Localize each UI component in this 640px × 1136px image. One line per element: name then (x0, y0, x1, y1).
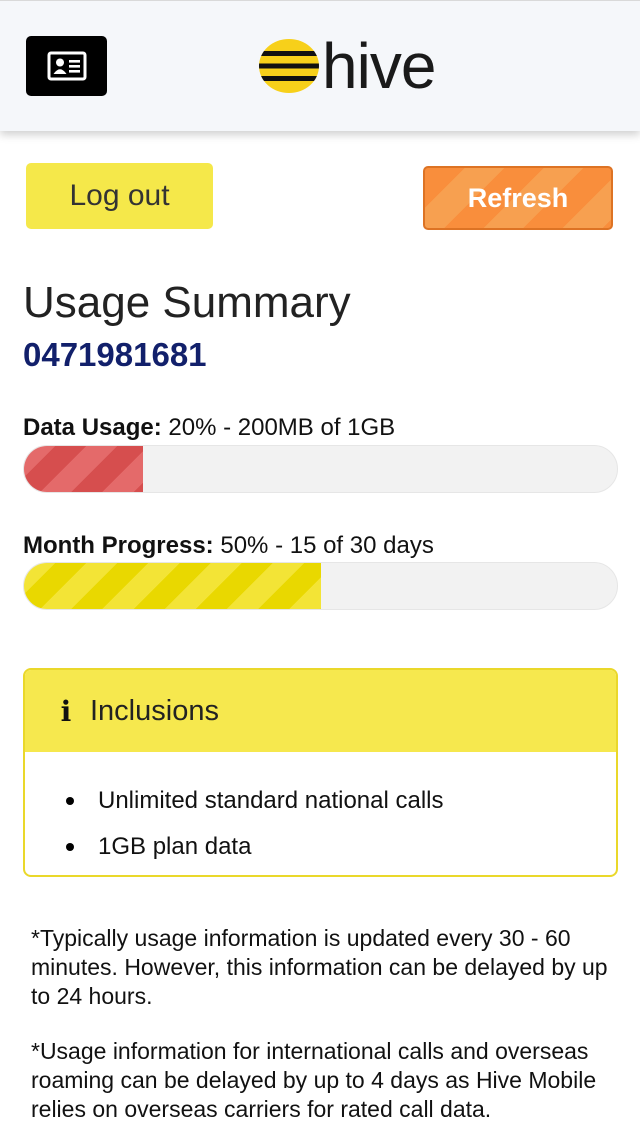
bullet-icon (66, 843, 74, 851)
bullet-icon (66, 797, 74, 805)
id-card-icon (47, 51, 86, 81)
list-item: 1GB plan data (25, 824, 616, 870)
list-item: Unlimited standard national calls (25, 778, 616, 824)
inclusion-text: 1GB plan data (98, 833, 252, 860)
inclusions-list: Unlimited standard national calls 1GB pl… (25, 752, 616, 870)
hive-logo: hive (258, 30, 436, 102)
inclusions-header: i Inclusions (25, 670, 616, 752)
inclusions-title: Inclusions (90, 694, 219, 727)
app-header: hive (0, 0, 640, 131)
month-progress-label: Month Progress: 50% - 15 of 30 days (23, 532, 434, 560)
month-progress-value: 50% - 15 of 30 days (220, 532, 434, 559)
page-title: Usage Summary (23, 278, 351, 327)
phone-number: 0471981681 (23, 336, 207, 373)
roaming-note: *Usage information for international cal… (31, 1038, 597, 1122)
refresh-button[interactable]: Refresh (423, 166, 613, 230)
data-usage-value: 20% - 200MB of 1GB (168, 414, 396, 441)
month-progress-caption: Month Progress: (23, 532, 214, 559)
data-usage-fill (24, 446, 143, 492)
brand-name: hive (322, 30, 436, 102)
data-usage-label: Data Usage: 20% - 200MB of 1GB (23, 414, 395, 442)
data-usage-caption: Data Usage: (23, 414, 162, 441)
info-icon: i (60, 694, 72, 728)
logout-button[interactable]: Log out (26, 163, 213, 229)
month-progress-bar (23, 562, 618, 610)
month-progress-fill (24, 563, 321, 609)
data-usage-bar (23, 445, 618, 493)
inclusions-panel: i Inclusions Unlimited standard national… (23, 668, 618, 877)
inclusion-text: Unlimited standard national calls (98, 787, 444, 814)
bee-stripes-icon (259, 39, 319, 93)
account-card-button[interactable] (26, 36, 107, 96)
update-note: *Typically usage information is updated … (31, 925, 608, 1009)
